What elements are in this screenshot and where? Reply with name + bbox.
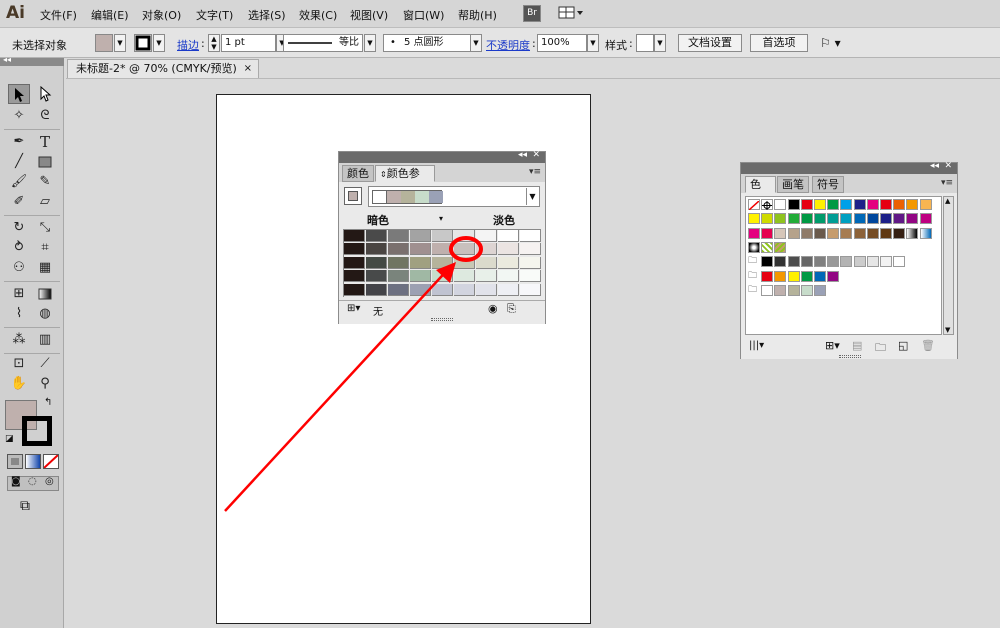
annotation-circle (449, 236, 483, 262)
annotation-arrow-line (224, 264, 453, 512)
annotation-overlay (224, 236, 483, 512)
